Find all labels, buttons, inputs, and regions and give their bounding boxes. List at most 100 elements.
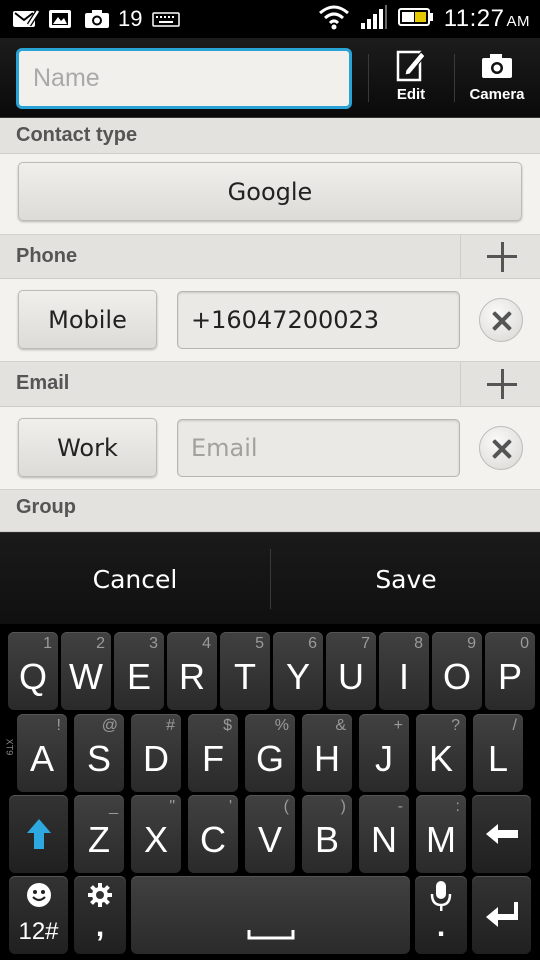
key-label: W [69,656,103,697]
status-bar-system: 11:27 AM [318,4,530,34]
key-label: Z [88,819,110,860]
notification-count: 19 [118,6,143,31]
space-key[interactable] [131,876,410,954]
key-alt-label: ( [283,798,289,815]
shift-icon [27,819,51,849]
key-z[interactable]: _ Z [74,795,124,873]
key-y[interactable]: 6Y [273,632,323,710]
key-d[interactable]: # D [131,714,181,792]
key-k[interactable]: ? K [416,714,466,792]
key-label: P [497,656,522,697]
section-header-contact-type: Contact type [0,118,540,154]
phone-number-field[interactable] [177,291,460,349]
key-w[interactable]: 2W [61,632,111,710]
key-g[interactable]: % G [245,714,295,792]
cancel-button[interactable]: Cancel [0,533,270,625]
action-bar: Edit Camera [0,38,540,118]
key-x[interactable]: " X [131,795,181,873]
key-j[interactable]: + J [359,714,409,792]
voice-period-key[interactable]: . [415,876,467,954]
phone-type-button[interactable]: Mobile [18,290,157,349]
key-n[interactable]: -N [359,795,409,873]
contact-type-button[interactable]: Google [18,162,522,221]
wifi-icon [318,4,350,34]
key-alt-label: 8 [414,635,423,652]
key-l[interactable]: / L [473,714,523,792]
key-s[interactable]: @ S [74,714,124,792]
section-header-email: Email [0,362,540,407]
key-r[interactable]: 4R [167,632,217,710]
settings-comma-key[interactable]: , [74,876,126,954]
section-header-phone: Phone [0,235,540,279]
key-alt-label: 7 [361,635,370,652]
save-button[interactable]: Save [271,533,540,625]
key-b[interactable]: ) B [302,795,352,873]
key-alt-label: ) [340,798,346,815]
key-label: Q [18,656,47,697]
add-phone-button[interactable] [460,235,540,278]
shift-key[interactable] [9,795,68,873]
key-h[interactable]: & H [302,714,352,792]
key-alt-label: 9 [467,635,476,652]
enter-icon [486,902,518,927]
key-label: N [371,819,397,860]
key-label: V [257,819,282,860]
key-label: H [314,738,340,779]
key-label: A [29,738,54,779]
email-field[interactable] [177,419,460,477]
backspace-key[interactable] [472,795,531,873]
key-u[interactable]: 7U [326,632,376,710]
key-label: D [143,738,169,779]
key-label: S [86,738,111,779]
key-label: C [200,819,226,860]
key-alt-label: ? [451,717,460,734]
key-a[interactable]: ! A [17,714,67,792]
edit-icon [396,50,426,82]
numbers-label: 12# [18,918,59,945]
enter-key[interactable] [472,876,531,954]
key-alt-label: 2 [96,635,105,652]
key-label: Y [285,656,310,697]
divider [454,54,455,102]
period-label: . [436,910,446,943]
key-c[interactable]: ' C [188,795,238,873]
key-f[interactable]: $ F [188,714,238,792]
camera-button[interactable]: Camera [460,48,534,110]
keyboard-icon [152,8,181,30]
key-q[interactable]: 1Q [8,632,58,710]
email-type-button[interactable]: Work [18,418,157,477]
key-alt-label: / [512,717,517,734]
add-email-button[interactable] [460,362,540,406]
remove-email-button[interactable] [479,426,523,470]
smiley-icon [27,883,51,907]
clock: 11:27 AM [443,5,530,32]
edit-button[interactable]: Edit [376,48,446,110]
key-label: G [255,738,284,779]
remove-phone-button[interactable] [479,298,523,342]
key-i[interactable]: 8I [379,632,429,710]
key-label: U [338,656,364,697]
emoji-numbers-key[interactable]: 12# [9,876,68,954]
image-icon [48,8,74,30]
camera-icon [482,54,512,78]
divider [368,54,369,102]
key-alt-label: + [393,717,403,734]
space-icon [247,930,295,940]
mail-edit-icon [12,8,41,30]
key-alt-label: $ [223,717,232,734]
contact-form: Contact type Google Phone Mobile Email W… [0,118,540,532]
key-label: B [314,819,339,860]
key-p[interactable]: 0P [485,632,535,710]
key-alt-label: @ [101,717,118,734]
signal-icon [360,4,388,34]
key-m[interactable]: :M [416,795,466,873]
key-t[interactable]: 5T [220,632,270,710]
key-alt-label: 5 [255,635,264,652]
name-input[interactable] [16,48,352,109]
key-o[interactable]: 9O [432,632,482,710]
key-alt-label: _ [109,798,118,815]
key-label: T [234,656,256,697]
key-e[interactable]: 3E [114,632,164,710]
key-alt-label: 6 [308,635,317,652]
key-v[interactable]: (V [245,795,295,873]
